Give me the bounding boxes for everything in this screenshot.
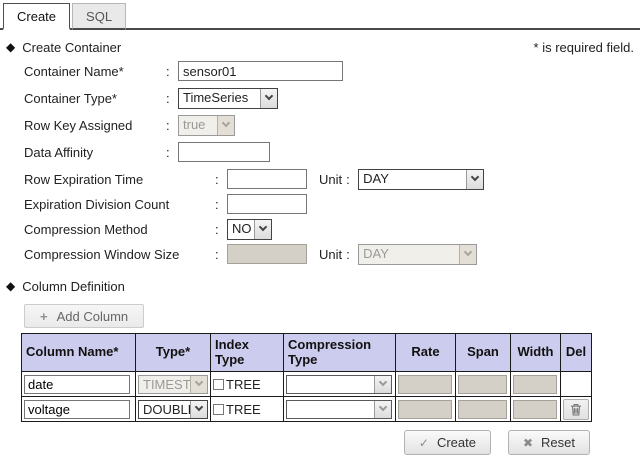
compression-window-unit-select: DAY (358, 244, 477, 265)
add-column-button[interactable]: + Add Column (24, 304, 144, 328)
header-rate: Rate (396, 334, 456, 372)
delete-row-button[interactable] (563, 399, 589, 420)
plus-icon: + (40, 309, 48, 324)
expiration-division-count-label: Expiration Division Count (24, 197, 215, 212)
column-definition-table: Column Name* Type* Index Type Compressio… (21, 333, 592, 422)
reset-button-label: Reset (541, 435, 575, 450)
container-type-select[interactable]: TimeSeries (178, 88, 278, 109)
reset-button[interactable]: ✖ Reset (508, 430, 590, 455)
add-column-label: Add Column (57, 309, 129, 324)
compression-method-select[interactable]: NO (227, 219, 272, 240)
header-type: Type* (136, 334, 211, 372)
colon: : (215, 222, 224, 237)
column-type-value: DOUBLE (139, 401, 190, 418)
chevron-down-icon (190, 376, 207, 393)
colon: : (166, 91, 175, 106)
create-button-label: Create (437, 435, 476, 450)
header-index-type: Index Type (211, 334, 284, 372)
header-compression-type: Compression Type (284, 334, 396, 372)
check-icon: ✓ (419, 436, 429, 450)
compression-type-value (287, 376, 374, 393)
compression-window-unit-value: DAY (359, 245, 459, 264)
tab-bar: Create SQL (0, 0, 640, 30)
data-affinity-label: Data Affinity (24, 145, 166, 160)
row-key-assigned-select: true (178, 115, 235, 136)
chevron-down-icon (217, 116, 234, 135)
header-width: Width (511, 334, 561, 372)
colon: : (166, 118, 175, 133)
column-name-input[interactable] (24, 400, 130, 419)
colon: : (346, 172, 355, 187)
cross-icon: ✖ (523, 436, 533, 450)
span-input (458, 400, 507, 419)
container-name-input[interactable] (178, 61, 343, 81)
container-name-label: Container Name* (24, 64, 166, 79)
row-key-assigned-label: Row Key Assigned (24, 118, 166, 133)
column-name-input[interactable] (24, 375, 130, 394)
table-header-row: Column Name* Type* Index Type Compressio… (22, 334, 592, 372)
table-row: DOUBLE TREE (22, 397, 592, 422)
diamond-icon: ◆ (6, 40, 15, 54)
column-type-select: TIMEST (138, 375, 208, 394)
rate-input (398, 400, 452, 419)
compression-method-value: NO (228, 220, 254, 239)
row-expiration-unit-value: DAY (359, 170, 466, 189)
chevron-down-icon (190, 401, 207, 418)
diamond-icon: ◆ (6, 279, 15, 293)
column-type-value: TIMEST (139, 376, 190, 393)
tab-sql[interactable]: SQL (72, 3, 126, 30)
compression-type-value (287, 401, 374, 418)
row-expiration-time-label: Row Expiration Time (24, 172, 215, 187)
header-span: Span (456, 334, 511, 372)
index-tree-label: TREE (226, 377, 261, 392)
compression-window-size-input (227, 244, 307, 264)
data-affinity-input[interactable] (178, 142, 270, 162)
colon: : (215, 247, 224, 262)
index-tree-label: TREE (226, 402, 261, 417)
section-title-column-definition: ◆ Column Definition (6, 279, 125, 294)
container-type-value: TimeSeries (179, 89, 260, 108)
section-title-text: Column Definition (22, 279, 125, 294)
create-button[interactable]: ✓ Create (404, 430, 491, 455)
container-type-label: Container Type* (24, 91, 166, 106)
trash-icon (570, 403, 582, 416)
header-del: Del (561, 334, 592, 372)
colon: : (166, 64, 175, 79)
required-note: * is required field. (534, 40, 634, 55)
compression-type-select[interactable] (286, 375, 392, 394)
header-column-name: Column Name* (22, 334, 136, 372)
compression-method-label: Compression Method (24, 222, 215, 237)
table-row: TIMEST TREE (22, 372, 592, 397)
index-tree-checkbox[interactable] (213, 379, 224, 390)
chevron-down-icon (374, 376, 391, 393)
chevron-down-icon (254, 220, 271, 239)
unit-label: Unit (319, 172, 342, 187)
compression-type-select[interactable] (286, 400, 392, 419)
chevron-down-icon (374, 401, 391, 418)
chevron-down-icon (459, 245, 476, 264)
tab-create[interactable]: Create (3, 3, 70, 30)
width-input (513, 375, 557, 394)
unit-label: Unit (319, 247, 342, 262)
colon: : (215, 197, 224, 212)
colon: : (215, 172, 224, 187)
row-key-assigned-value: true (179, 116, 217, 135)
chevron-down-icon (466, 170, 483, 189)
width-input (513, 400, 557, 419)
section-title-text: Create Container (22, 40, 121, 55)
column-type-select[interactable]: DOUBLE (138, 400, 208, 419)
row-expiration-unit-select[interactable]: DAY (358, 169, 484, 190)
rate-input (398, 375, 452, 394)
compression-window-size-label: Compression Window Size (24, 247, 215, 262)
expiration-division-count-input[interactable] (227, 194, 307, 214)
index-tree-checkbox[interactable] (213, 404, 224, 415)
colon: : (166, 145, 175, 160)
colon: : (346, 247, 355, 262)
span-input (458, 375, 507, 394)
row-expiration-time-input[interactable] (227, 169, 307, 189)
chevron-down-icon (260, 89, 277, 108)
section-title-create-container: ◆ Create Container (6, 40, 121, 55)
